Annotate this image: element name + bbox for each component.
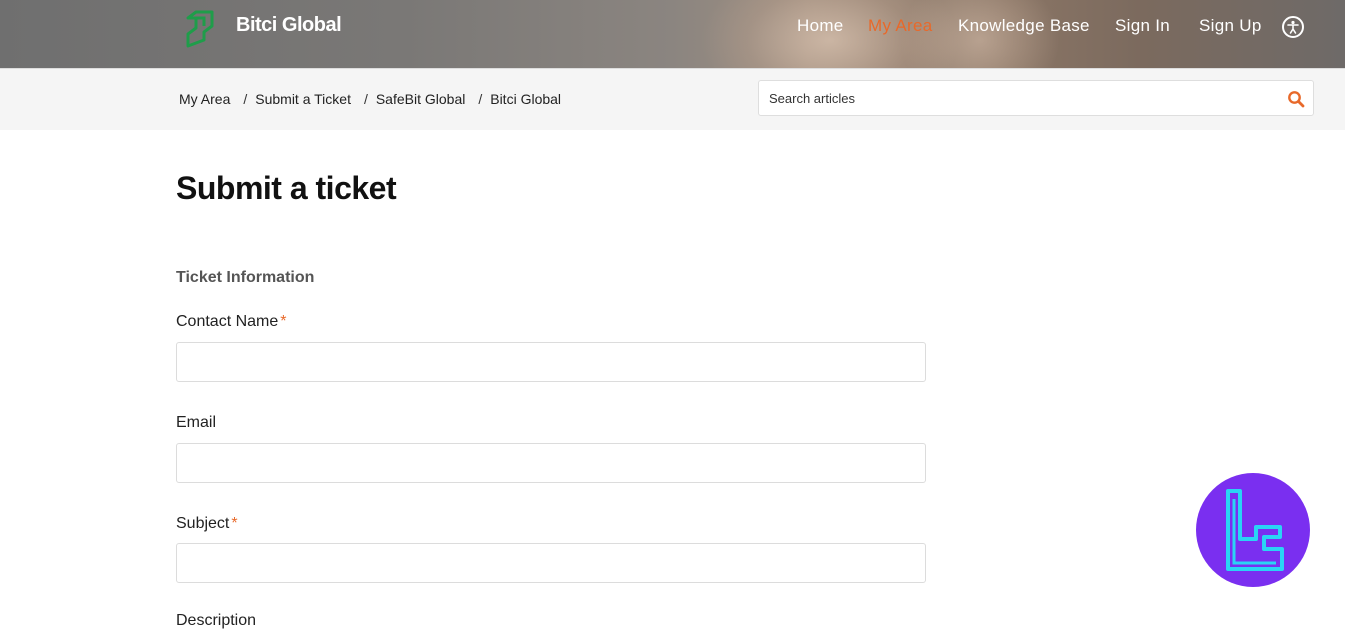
contact-name-label: Contact Name * (176, 313, 287, 331)
section-title: Ticket Information (176, 269, 315, 286)
brand-name[interactable]: Bitci Global (236, 14, 342, 37)
contact-name-label-text: Contact Name (176, 313, 279, 330)
search-icon[interactable] (1287, 90, 1305, 108)
page-title: Submit a ticket (176, 170, 397, 206)
breadcrumb-separator: / (363, 91, 368, 107)
required-marker: * (280, 313, 287, 330)
nav-home[interactable]: Home (797, 16, 844, 36)
nav-sign-in[interactable]: Sign In (1115, 16, 1170, 36)
breadcrumb-separator: / (478, 91, 483, 107)
breadcrumb: My Area / Submit a Ticket / SafeBit Global / B… (179, 91, 561, 107)
subject-label: Subject * (176, 515, 238, 533)
description-label: Description (176, 612, 257, 629)
brand-logo-icon[interactable] (182, 6, 218, 48)
breadcrumb-bitci-global[interactable]: Bitci Global (490, 91, 561, 107)
site-header: Bitci Global Home My Area Knowledge Base… (0, 0, 1345, 69)
breadcrumb-separator: / (243, 91, 248, 107)
email-input[interactable] (177, 444, 925, 482)
breadcrumb-my-area[interactable]: My Area (179, 91, 230, 107)
tc-logo-badge (1196, 473, 1310, 587)
search-box (758, 80, 1314, 116)
subject-field[interactable] (176, 543, 926, 583)
nav-knowledge-base[interactable]: Knowledge Base (958, 16, 1090, 36)
required-marker: * (231, 515, 238, 532)
nav-my-area[interactable]: My Area (868, 16, 932, 36)
breadcrumb-bar: My Area / Submit a Ticket / SafeBit Global / B… (0, 69, 1345, 130)
email-field[interactable] (176, 443, 926, 483)
subject-input[interactable] (177, 544, 925, 582)
nav-sign-up[interactable]: Sign Up (1199, 16, 1262, 36)
contact-name-field[interactable] (176, 342, 926, 382)
contact-name-input[interactable] (177, 343, 925, 381)
email-label: Email (176, 414, 217, 431)
search-input[interactable] (759, 81, 1269, 115)
breadcrumb-safebit-global[interactable]: SafeBit Global (376, 91, 466, 107)
breadcrumb-submit-ticket[interactable]: Submit a Ticket (255, 91, 351, 107)
tc-logo-icon (1226, 489, 1284, 571)
accessibility-icon[interactable] (1282, 16, 1304, 38)
subject-label-text: Subject (176, 515, 230, 532)
